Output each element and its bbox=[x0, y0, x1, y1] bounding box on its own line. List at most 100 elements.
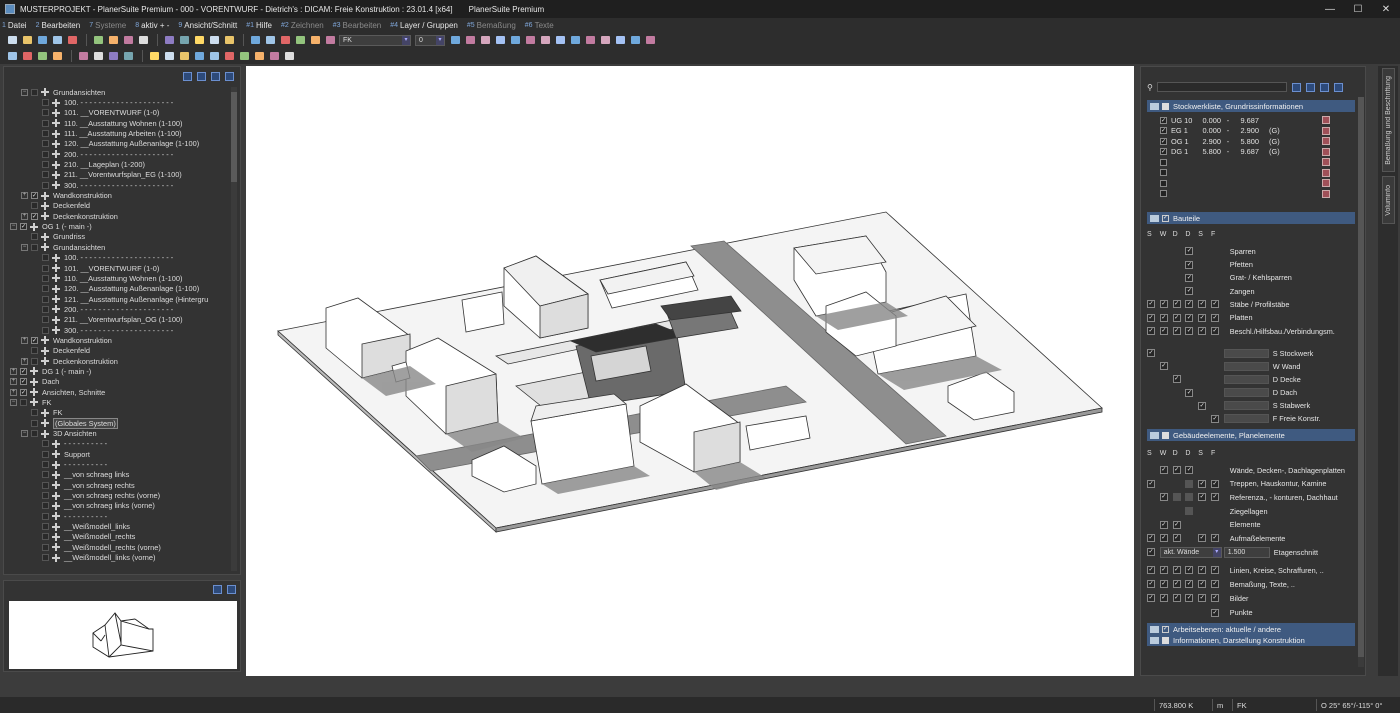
component-checkbox[interactable] bbox=[1185, 507, 1194, 516]
tree-item[interactable]: - - - - - - - - - - bbox=[10, 511, 228, 521]
expand-toggle-icon[interactable]: + bbox=[21, 212, 28, 220]
menu-item[interactable]: 8 aktiv + - bbox=[135, 21, 169, 30]
component-checkbox[interactable]: ✓ bbox=[1185, 327, 1194, 336]
visibility-checkbox[interactable]: ✓ bbox=[20, 367, 27, 375]
menu-item[interactable]: 9 Ansicht/Schnitt bbox=[178, 21, 237, 30]
toolbar-button[interactable] bbox=[193, 35, 205, 46]
component-checkbox[interactable]: ✓ bbox=[1172, 313, 1181, 322]
toolbar-button[interactable] bbox=[148, 51, 160, 62]
preview-canvas[interactable] bbox=[9, 601, 237, 669]
visibility-checkbox[interactable] bbox=[31, 347, 38, 355]
visibility-checkbox[interactable] bbox=[42, 305, 49, 313]
visibility-checkbox[interactable] bbox=[42, 492, 49, 500]
toolbar-button[interactable] bbox=[223, 35, 235, 46]
component-checkbox[interactable]: ✓ bbox=[1185, 300, 1194, 309]
component-checkbox[interactable]: ✓ bbox=[1210, 313, 1219, 322]
component-checkbox[interactable]: ✓ bbox=[1185, 580, 1194, 589]
section-checkbox[interactable]: ✓ bbox=[1162, 214, 1169, 222]
toolbar-button[interactable] bbox=[249, 35, 261, 46]
toolbar-button[interactable] bbox=[238, 51, 250, 62]
component-checkbox[interactable]: ✓ bbox=[1198, 594, 1207, 603]
storey-settings-icon[interactable] bbox=[1322, 137, 1330, 146]
visibility-checkbox[interactable] bbox=[31, 202, 38, 210]
section-informationen[interactable]: Informationen, Darstellung Konstruktion bbox=[1147, 634, 1355, 646]
tree-item[interactable]: 100. - - - - - - - - - - - - - - - - - -… bbox=[10, 97, 228, 107]
toolbar-button[interactable] bbox=[509, 35, 521, 46]
component-checkbox[interactable]: ✓ bbox=[1210, 493, 1219, 502]
tree-item[interactable]: FK bbox=[10, 408, 228, 418]
visibility-checkbox[interactable] bbox=[42, 99, 49, 107]
component-checkbox[interactable]: ✓ bbox=[1210, 580, 1219, 589]
toolbar-button[interactable] bbox=[107, 51, 119, 62]
component-checkbox[interactable]: ✓ bbox=[1172, 580, 1181, 589]
toolbar-button[interactable] bbox=[6, 51, 18, 62]
tree-item[interactable]: 111. __Ausstattung Arbeiten (1-100) bbox=[10, 128, 228, 138]
tree-item[interactable]: __von schraeg links bbox=[10, 470, 228, 480]
toolbar-button[interactable] bbox=[599, 35, 611, 46]
toolbar-button[interactable] bbox=[324, 35, 336, 46]
toolbar-button[interactable] bbox=[6, 35, 18, 46]
value-field[interactable] bbox=[1223, 401, 1269, 411]
value-field[interactable] bbox=[1223, 388, 1269, 398]
arrow-left-icon[interactable] bbox=[213, 585, 222, 594]
toolbar-button[interactable] bbox=[449, 35, 461, 46]
number-select[interactable]: 0 ▾ bbox=[415, 34, 445, 46]
toolbar-button[interactable] bbox=[614, 35, 626, 46]
tab-bemassung[interactable]: Bemaßung und Beschriftung bbox=[1382, 68, 1395, 172]
visibility-checkbox[interactable] bbox=[42, 181, 49, 189]
component-checkbox[interactable]: ✓ bbox=[1185, 260, 1194, 269]
toolbar-button[interactable] bbox=[223, 51, 235, 62]
tree-item[interactable]: 120. __Ausstattung Außenanlage (1-100) bbox=[10, 284, 228, 294]
storey-row[interactable]: ✓ UG 10 0.000 - 9.687 bbox=[1147, 115, 1355, 126]
component-checkbox[interactable]: ✓ bbox=[1210, 300, 1219, 309]
tree-item[interactable]: 100. - - - - - - - - - - - - - - - - - -… bbox=[10, 253, 228, 263]
visibility-checkbox[interactable] bbox=[42, 543, 49, 551]
visibility-checkbox[interactable] bbox=[42, 130, 49, 138]
toolbar-button[interactable] bbox=[92, 35, 104, 46]
storey-checkbox[interactable]: ✓ bbox=[1160, 116, 1167, 124]
component-checkbox[interactable]: ✓ bbox=[1210, 594, 1219, 603]
component-checkbox[interactable]: ✓ bbox=[1159, 362, 1168, 371]
visibility-checkbox[interactable] bbox=[31, 409, 38, 417]
storey-row[interactable]: ✓ OG 1 2.900 - 5.800 (G) bbox=[1147, 136, 1355, 147]
tree-item[interactable]: − FK bbox=[10, 397, 228, 407]
component-checkbox[interactable]: ✓ bbox=[1159, 566, 1168, 575]
toolbar-button[interactable] bbox=[122, 35, 134, 46]
component-checkbox[interactable]: ✓ bbox=[1147, 313, 1155, 322]
menu-item[interactable]: 2 Bearbeiten bbox=[36, 21, 81, 30]
tab-voluminfo[interactable]: Voluminfo bbox=[1382, 176, 1395, 224]
menu-item[interactable]: #2 Zeichnen bbox=[281, 21, 324, 30]
component-checkbox[interactable] bbox=[1185, 493, 1194, 502]
storey-settings-icon[interactable] bbox=[1322, 168, 1330, 177]
component-checkbox[interactable]: ✓ bbox=[1172, 466, 1181, 475]
component-checkbox[interactable]: ✓ bbox=[1159, 580, 1168, 589]
toolbar-button[interactable] bbox=[644, 35, 656, 46]
tree-item[interactable]: − ✓ OG 1 (- main -) bbox=[10, 221, 228, 231]
toolbar-button[interactable] bbox=[21, 35, 33, 46]
visibility-checkbox[interactable] bbox=[20, 398, 27, 406]
visibility-checkbox[interactable] bbox=[42, 150, 49, 158]
component-checkbox[interactable]: ✓ bbox=[1198, 479, 1207, 488]
menu-item[interactable]: #4 Layer / Gruppen bbox=[390, 21, 458, 30]
tree-item[interactable]: __Weißmodell_rechts (vorne) bbox=[10, 542, 228, 552]
toolbar-button[interactable] bbox=[253, 51, 265, 62]
tree-item[interactable]: 110. __Ausstattung Wohnen (1-100) bbox=[10, 273, 228, 283]
tree-item[interactable]: Grundriss bbox=[10, 232, 228, 242]
maximize-button[interactable]: ☐ bbox=[1344, 0, 1372, 18]
visibility-checkbox[interactable] bbox=[42, 171, 49, 179]
component-checkbox[interactable]: ✓ bbox=[1147, 300, 1155, 309]
layer-select[interactable]: FK ▾ bbox=[339, 34, 411, 46]
toolbar-button[interactable] bbox=[569, 35, 581, 46]
component-checkbox[interactable]: ✓ bbox=[1159, 327, 1168, 336]
visibility-checkbox[interactable] bbox=[42, 523, 49, 531]
expand-toggle-icon[interactable]: + bbox=[21, 336, 28, 344]
component-checkbox[interactable]: ✓ bbox=[1210, 414, 1219, 423]
tree-item[interactable]: + ✓ Wandkonstruktion bbox=[10, 190, 228, 200]
toolbar-button[interactable] bbox=[208, 51, 220, 62]
storey-settings-icon[interactable] bbox=[1322, 179, 1330, 188]
arrow-up-icon[interactable] bbox=[1291, 82, 1301, 92]
pin-icon[interactable] bbox=[227, 585, 236, 594]
expand-toggle-icon[interactable]: + bbox=[10, 367, 17, 375]
visibility-checkbox[interactable]: ✓ bbox=[20, 223, 27, 231]
expand-toggle-icon[interactable]: − bbox=[21, 88, 28, 96]
